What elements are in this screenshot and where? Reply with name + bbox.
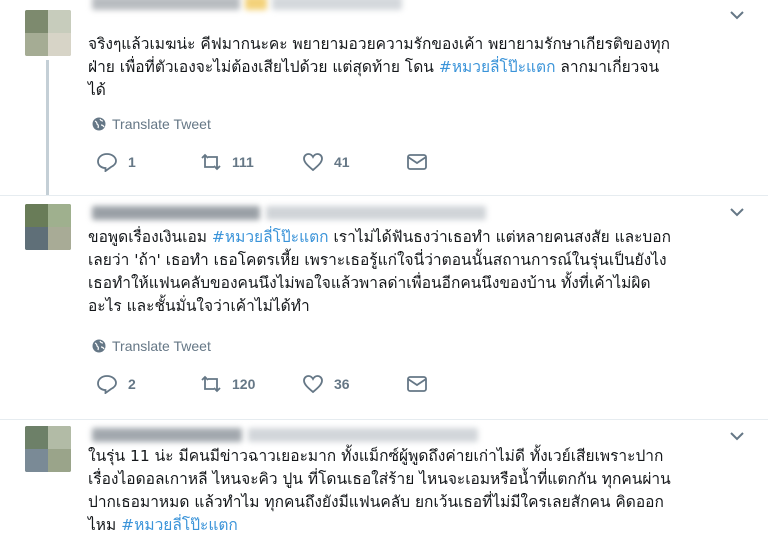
hashtag-link[interactable]: #หมวยลี่โป๊ะแตก <box>121 516 238 534</box>
direct-message-button[interactable] <box>406 374 428 394</box>
reply-icon <box>97 375 117 394</box>
handle-blurred <box>248 428 478 442</box>
display-name-blurred <box>92 0 240 10</box>
tweet-text: ขอพูดเรื่องเงินเอม #หมวยลี่โป๊ะแตก เราไม… <box>88 228 671 315</box>
avatar[interactable] <box>25 10 71 56</box>
globe-icon <box>92 117 106 131</box>
display-name-blurred <box>92 206 260 220</box>
hashtag-link[interactable]: #หมวยลี่โป๊ะแตก <box>439 58 556 76</box>
reply-count: 1 <box>128 154 136 170</box>
handle-blurred <box>245 0 267 10</box>
handle-blurred <box>266 206 486 220</box>
tweet-actions: 1 111 41 <box>96 152 428 172</box>
retweet-icon <box>201 375 221 393</box>
tweet-text: จริงๆแล้วเมฆน่ะ คีฟมากนะคะ พยายามอวยความ… <box>88 35 670 99</box>
direct-message-button[interactable] <box>406 152 428 172</box>
message-icon <box>407 154 427 170</box>
translate-tweet-link[interactable]: Translate Tweet <box>92 338 211 354</box>
chevron-down-icon[interactable] <box>730 431 744 441</box>
like-count: 41 <box>334 154 350 170</box>
reply-button[interactable]: 2 <box>96 374 200 394</box>
tweet-3[interactable]: ในรุ่น 11 น่ะ มีคนมีข่าวฉาวเยอะมาก ทั้งแ… <box>0 420 768 555</box>
retweet-icon <box>201 153 221 171</box>
hashtag-link[interactable]: #หมวยลี่โป๊ะแตก <box>212 228 329 246</box>
translate-tweet-link[interactable]: Translate Tweet <box>92 116 211 132</box>
retweet-count: 120 <box>232 376 256 392</box>
retweet-button[interactable]: 111 <box>200 152 302 172</box>
chevron-down-icon[interactable] <box>730 207 744 217</box>
reply-icon <box>97 153 117 172</box>
like-count: 36 <box>334 376 350 392</box>
tweet-1[interactable]: จริงๆแล้วเมฆน่ะ คีฟมากนะคะ พยายามอวยความ… <box>0 0 768 196</box>
heart-icon <box>303 375 323 394</box>
tweet-text: ในรุ่น 11 น่ะ มีคนมีข่าวฉาวเยอะมาก ทั้งแ… <box>88 447 671 534</box>
tweet-actions: 2 120 36 <box>96 374 428 394</box>
reply-button[interactable]: 1 <box>96 152 200 172</box>
like-button[interactable]: 36 <box>302 374 406 394</box>
avatar[interactable] <box>25 204 71 250</box>
message-icon <box>407 376 427 392</box>
timestamp-blurred <box>272 0 402 10</box>
retweet-count: 111 <box>232 154 254 170</box>
globe-icon <box>92 339 106 353</box>
tweet-2[interactable]: ขอพูดเรื่องเงินเอม #หมวยลี่โป๊ะแตก เราไม… <box>0 196 768 420</box>
thread-line <box>46 60 49 196</box>
reply-count: 2 <box>128 376 136 392</box>
chevron-down-icon[interactable] <box>730 10 744 20</box>
retweet-button[interactable]: 120 <box>200 374 302 394</box>
like-button[interactable]: 41 <box>302 152 406 172</box>
display-name-blurred <box>92 428 242 442</box>
heart-icon <box>303 153 323 172</box>
avatar[interactable] <box>25 426 71 472</box>
